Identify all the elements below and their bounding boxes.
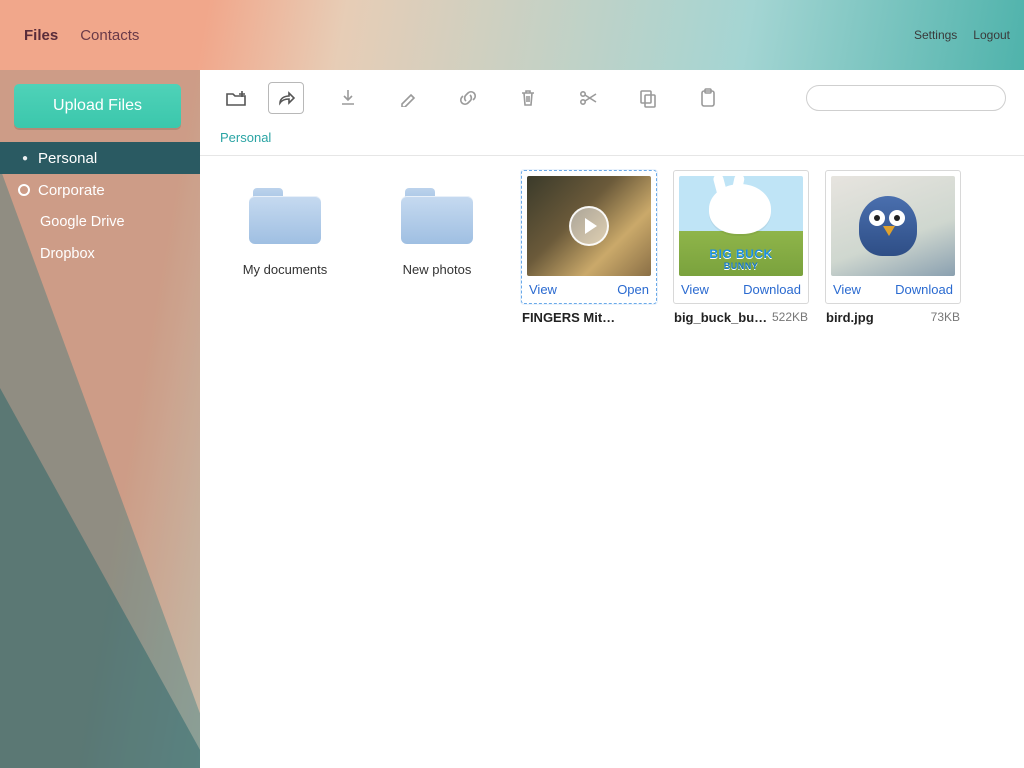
folder-item[interactable]: New photos bbox=[364, 170, 510, 325]
file-item[interactable]: BIG BUCKBUNNY View Download big_buck_bu…… bbox=[668, 170, 814, 325]
file-action-view[interactable]: View bbox=[681, 282, 709, 297]
sidebar-item-label: Corporate bbox=[38, 182, 105, 199]
trash-icon bbox=[519, 88, 537, 108]
file-action-view[interactable]: View bbox=[833, 282, 861, 297]
file-item[interactable]: View Open FINGERS Mitchell C… bbox=[516, 170, 662, 325]
folder-icon bbox=[401, 188, 473, 244]
download-icon bbox=[339, 88, 357, 108]
edit-button[interactable] bbox=[386, 78, 430, 118]
file-name: FINGERS Mitchell C… bbox=[522, 310, 618, 325]
bullet-icon: ● bbox=[18, 153, 32, 164]
file-action-download[interactable]: Download bbox=[895, 282, 953, 297]
radio-icon bbox=[18, 184, 30, 196]
cut-button[interactable] bbox=[566, 78, 610, 118]
file-action-view[interactable]: View bbox=[529, 282, 557, 297]
sidebar-item-dropbox[interactable]: Dropbox bbox=[0, 238, 200, 270]
play-icon bbox=[569, 206, 609, 246]
search-box[interactable] bbox=[806, 85, 1006, 111]
sidebar-item-label: Dropbox bbox=[40, 246, 95, 262]
new-folder-button[interactable] bbox=[214, 78, 258, 118]
file-thumbnail[interactable] bbox=[527, 176, 651, 276]
link-settings[interactable]: Settings bbox=[914, 28, 957, 42]
share-icon bbox=[277, 90, 295, 106]
upload-files-button[interactable]: Upload Files bbox=[14, 84, 181, 128]
breadcrumb-root[interactable]: Personal bbox=[220, 130, 271, 145]
folder-item[interactable]: My documents bbox=[212, 170, 358, 325]
delete-button[interactable] bbox=[506, 78, 550, 118]
search-input[interactable] bbox=[823, 91, 999, 106]
file-thumbnail[interactable]: BIG BUCKBUNNY bbox=[679, 176, 803, 276]
scissors-icon bbox=[578, 88, 598, 108]
file-grid: My documents New photos View Open FINGER… bbox=[200, 156, 1024, 339]
link-icon bbox=[458, 89, 478, 107]
clipboard-icon bbox=[700, 88, 716, 108]
file-name: big_buck_bu… bbox=[674, 310, 767, 325]
sidebar-item-label: Google Drive bbox=[40, 214, 125, 230]
file-card: View Open bbox=[521, 170, 657, 304]
top-nav: Files Contacts Settings Logout bbox=[0, 0, 1024, 70]
sidebar-item-corporate[interactable]: Corporate bbox=[0, 174, 200, 206]
file-card: View Download bbox=[825, 170, 961, 304]
pencil-icon bbox=[399, 89, 417, 107]
sidebar-nav: ● Personal Corporate Google Drive Dropbo… bbox=[0, 142, 200, 270]
file-size: 522KB bbox=[772, 310, 808, 325]
sidebar-item-personal[interactable]: ● Personal bbox=[0, 142, 200, 174]
file-card: BIG BUCKBUNNY View Download bbox=[673, 170, 809, 304]
breadcrumb: Personal bbox=[200, 126, 1024, 155]
share-button[interactable] bbox=[268, 82, 304, 114]
file-item[interactable]: View Download bird.jpg 73KB bbox=[820, 170, 966, 325]
file-action-open[interactable]: Open bbox=[617, 282, 649, 297]
copy-button[interactable] bbox=[626, 78, 670, 118]
tab-files[interactable]: Files bbox=[14, 19, 68, 52]
copy-icon bbox=[638, 88, 658, 108]
folder-name: New photos bbox=[364, 258, 510, 281]
folder-name: My documents bbox=[212, 258, 358, 281]
tab-contacts[interactable]: Contacts bbox=[70, 19, 149, 52]
sidebar-item-google-drive[interactable]: Google Drive bbox=[0, 206, 200, 238]
sidebar-item-label: Personal bbox=[38, 150, 97, 167]
file-thumbnail[interactable] bbox=[831, 176, 955, 276]
file-action-download[interactable]: Download bbox=[743, 282, 801, 297]
link-logout[interactable]: Logout bbox=[973, 28, 1010, 42]
new-folder-icon bbox=[225, 88, 247, 108]
paste-button[interactable] bbox=[686, 78, 730, 118]
file-size: 73KB bbox=[931, 310, 960, 325]
sidebar: Upload Files ● Personal Corporate Google… bbox=[0, 70, 200, 768]
link-button[interactable] bbox=[446, 78, 490, 118]
toolbar bbox=[200, 70, 1024, 126]
folder-icon bbox=[249, 188, 321, 244]
main-panel: Personal My documents New photos View Op… bbox=[200, 70, 1024, 768]
file-name: bird.jpg bbox=[826, 310, 874, 325]
download-button[interactable] bbox=[326, 78, 370, 118]
